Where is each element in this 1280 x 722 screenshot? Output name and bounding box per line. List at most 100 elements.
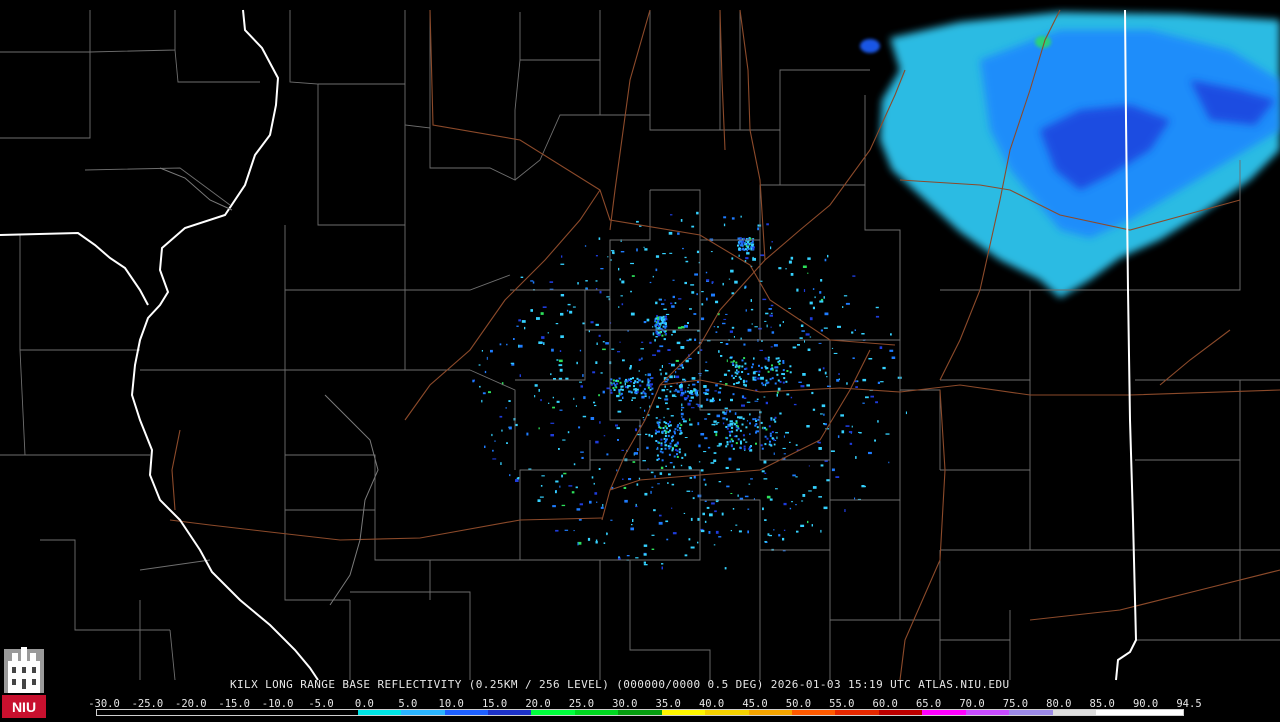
clutter-pixel [752,256,754,259]
clutter-pixel [717,391,721,394]
clutter-pixel [823,296,825,299]
clutter-pixel [734,280,738,284]
clutter-pixel [581,456,584,459]
clutter-pixel [778,267,782,270]
clutter-pixel [851,425,853,428]
clutter-pixel [739,244,742,247]
clutter-pixel [499,343,502,346]
clutter-pixel [742,381,745,384]
clutter-pixel [737,237,740,240]
clutter-pixel [590,321,594,324]
clutter-pixel [851,331,854,334]
clutter-pixel [635,503,637,507]
clutter-pixel [594,492,598,495]
clutter-pixel [754,418,757,421]
clutter-pixel [616,427,620,430]
clutter-pixel [518,319,521,322]
clutter-pixel [664,439,667,442]
clutter-pixel [734,423,736,426]
clutter-pixel [854,329,856,331]
clutter-pixel [665,395,668,398]
clutter-pixel [625,386,628,388]
clutter-pixel [767,359,770,362]
clutter-pixel [703,478,706,481]
clutter-pixel [661,365,663,368]
clutter-pixel [492,458,497,460]
clutter-pixel [801,500,804,502]
clutter-pixel [745,257,749,260]
clutter-pixel [774,420,777,423]
clutter-pixel [669,442,672,445]
clutter-pixel [618,392,621,395]
clutter-pixel [697,541,699,544]
clutter-pixel [731,362,734,365]
clutter-pixel [513,338,515,340]
clutter-pixel [706,398,709,401]
clutter-pixel [821,404,826,408]
clutter-pixel [671,334,673,336]
clutter-pixel [571,491,575,494]
clutter-pixel [664,425,667,428]
clutter-pixel [687,402,691,406]
clutter-pixel [678,451,681,454]
clutter-pixel [655,336,658,338]
clutter-pixel [644,392,647,395]
clutter-pixel [795,444,798,446]
clutter-pixel [730,493,733,494]
clutter-pixel [538,427,540,430]
clutter-pixel [669,390,672,393]
clutter-pixel [808,465,810,467]
clutter-pixel [800,524,805,527]
clutter-pixel [739,240,742,243]
clutter-pixel [743,445,746,448]
clutter-pixel [577,542,579,546]
clutter-pixel [506,442,508,444]
clutter-pixel [639,384,642,387]
echo-cell-west [860,39,880,53]
clutter-pixel [782,361,785,364]
clutter-pixel [697,422,700,426]
clutter-pixel [644,492,648,496]
clutter-pixel [752,257,756,261]
clutter-pixel [737,438,740,441]
clutter-pixel [763,426,766,429]
clutter-pixel [756,398,759,400]
clutter-pixel [648,433,651,437]
clutter-pixel [650,435,653,438]
clutter-pixel [676,341,681,345]
scale-swatch [574,710,619,715]
clutter-pixel [729,440,732,443]
clutter-pixel [691,490,693,492]
clutter-pixel [882,366,886,370]
clutter-pixel [888,461,890,464]
clutter-pixel [664,299,666,301]
clutter-pixel [748,483,751,485]
clutter-pixel [631,399,633,401]
clutter-pixel [729,420,733,423]
clutter-pixel [488,391,491,394]
clutter-pixel [667,445,670,448]
clutter-pixel [704,483,707,486]
clutter-pixel [739,378,742,380]
clutter-pixel [751,240,754,243]
clutter-pixel [889,349,894,352]
clutter-pixel [672,532,677,535]
clutter-pixel [713,399,715,402]
clutter-pixel [552,396,554,399]
clutter-pixel [591,476,594,479]
radar-map [0,9,1280,681]
clutter-pixel [831,468,835,472]
clutter-pixel [539,496,544,498]
clutter-pixel [643,561,646,564]
clutter-pixel [824,312,829,316]
clutter-pixel [718,481,722,483]
clutter-pixel [660,466,664,469]
clutter-pixel [729,434,732,437]
clutter-pixel [686,339,689,342]
clutter-pixel [785,431,789,434]
clutter-pixel [622,478,624,480]
clutter-pixel [562,439,566,441]
clutter-pixel [776,373,779,376]
clutter-pixel [712,397,715,401]
clutter-pixel [658,324,660,327]
